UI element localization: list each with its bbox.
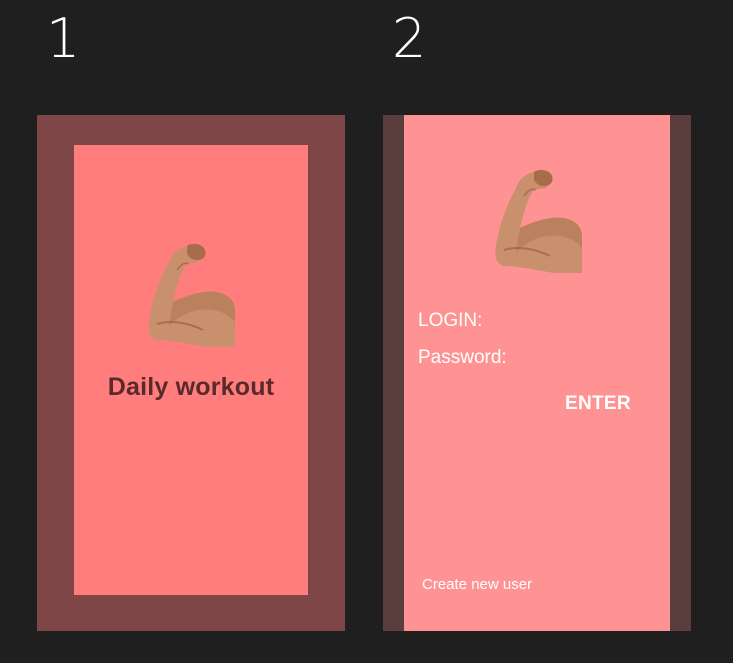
login-field-label[interactable]: LOGIN: <box>418 310 482 332</box>
password-field-label[interactable]: Password: <box>418 347 507 369</box>
splash-screen: Daily workout <box>74 145 308 595</box>
flexed-arm-icon <box>148 243 235 347</box>
flexed-arm-icon <box>495 169 582 273</box>
login-frame: LOGIN: Password: ENTER Create new user <box>383 115 691 631</box>
create-new-user-link[interactable]: Create new user <box>422 576 532 593</box>
login-screen: LOGIN: Password: ENTER Create new user <box>404 115 670 631</box>
splash-frame: Daily workout <box>37 115 345 631</box>
app-title: Daily workout <box>107 373 275 401</box>
frame-number-1: 1 <box>46 7 81 70</box>
enter-button[interactable]: ENTER <box>565 393 631 415</box>
frame-number-2: 2 <box>392 7 427 70</box>
